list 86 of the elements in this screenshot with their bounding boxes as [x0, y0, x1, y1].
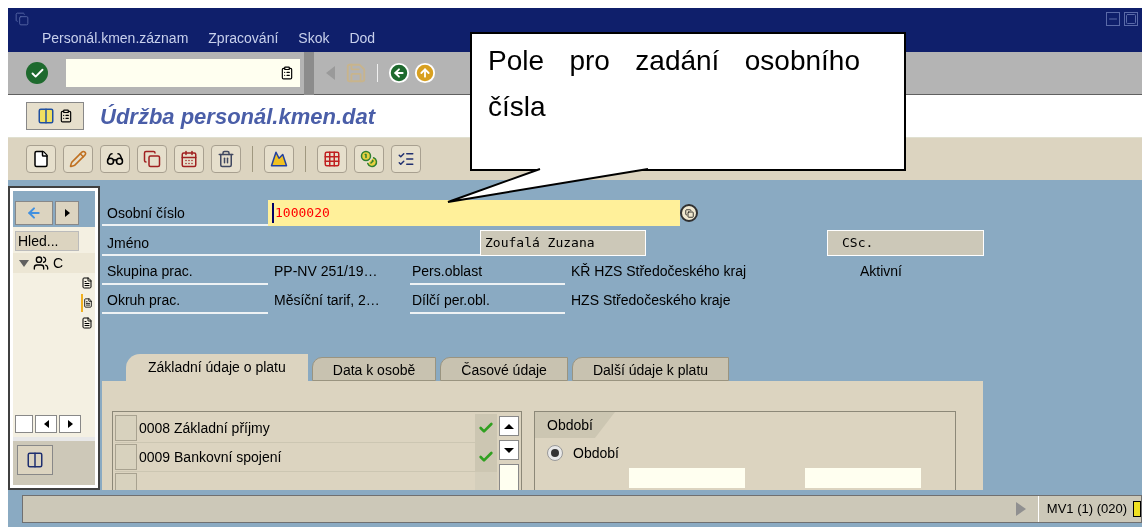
field-label: Skupina prac. — [102, 257, 268, 285]
scroll-left-button[interactable] — [35, 415, 57, 433]
tab[interactable]: Časové údaje — [440, 357, 568, 381]
expand-button[interactable] — [55, 201, 79, 225]
window-icon — [684, 208, 694, 218]
field-value: HZS Středočeského kraje — [570, 290, 732, 310]
pencil-icon — [69, 150, 87, 168]
document-icon[interactable] — [81, 314, 93, 332]
scroll-button[interactable] — [15, 415, 33, 433]
tree-item[interactable]: C — [53, 252, 64, 274]
check-icon — [478, 420, 494, 436]
scroll-right-button[interactable] — [59, 415, 81, 433]
name-field: Zoufalá Zuzana — [480, 230, 646, 256]
menu-item[interactable]: Zpracování — [208, 28, 279, 49]
calendar-icon — [180, 150, 198, 168]
image-button[interactable] — [264, 145, 294, 173]
overview-button[interactable] — [317, 145, 347, 173]
search-button[interactable]: Hled... — [15, 231, 79, 251]
scroll-up-button[interactable] — [499, 416, 519, 436]
coins-icon — [360, 150, 378, 168]
tab[interactable]: Základní údaje o platu — [126, 354, 308, 381]
value-help-button[interactable] — [680, 204, 698, 222]
menu-item[interactable]: Personál.kmen.záznam — [42, 28, 189, 49]
field-value: KŘ HZS Středočeského kraj — [570, 261, 748, 281]
document-icon[interactable] — [81, 274, 93, 292]
field-label: Jméno — [102, 230, 480, 256]
infotype-label[interactable]: 0008 Základní příjmy — [137, 417, 475, 439]
change-button[interactable] — [63, 145, 93, 173]
screen-icon — [37, 107, 55, 125]
columns-icon — [26, 451, 44, 469]
field-value: Měsíční tarif, 2… — [273, 290, 381, 310]
triangle-down-icon — [504, 447, 514, 453]
expander-icon[interactable] — [19, 259, 29, 267]
date-field[interactable] — [805, 468, 921, 488]
payment-button[interactable] — [354, 145, 384, 173]
flag-icon[interactable] — [1133, 500, 1141, 517]
dots-grid-icon — [323, 150, 341, 168]
tab[interactable]: Další údaje k platu — [571, 357, 730, 381]
triangle-right-icon — [67, 420, 73, 428]
list-button[interactable] — [391, 145, 421, 173]
menu-item[interactable]: Dod — [349, 28, 376, 49]
personnel-number-value: 1000020 — [272, 203, 330, 223]
menu-item[interactable]: Skok — [298, 28, 330, 49]
session-info: MV1 (1) (020) — [1045, 499, 1128, 518]
field-value: PP-NV 251/19… — [273, 261, 379, 281]
triangle-left-icon — [43, 420, 49, 428]
list-icon — [397, 150, 415, 168]
list-icon — [59, 109, 73, 123]
maximize-icon[interactable] — [1124, 12, 1138, 26]
trash-icon — [217, 150, 235, 168]
people-icon — [33, 255, 49, 271]
infotype-row[interactable]: 0008 Základní příjmy — [115, 414, 497, 443]
infotype-row[interactable]: 0009 Bankovní spojení — [115, 443, 497, 472]
field-label: Okruh prac. — [102, 286, 268, 314]
date-field[interactable] — [629, 468, 745, 488]
status-text: Aktivní — [860, 261, 902, 281]
group-title: Období — [535, 412, 615, 438]
menu-toggle-button[interactable] — [26, 102, 84, 130]
field-label: Dílčí per.obl. — [410, 286, 565, 314]
check-icon — [478, 449, 494, 465]
title-field: CSc. — [827, 230, 984, 256]
tab[interactable]: Data k osobě — [311, 357, 437, 381]
minimize-icon[interactable] — [1106, 12, 1120, 26]
document-icon[interactable] — [81, 294, 93, 312]
field-label: Pers.oblast — [410, 257, 565, 285]
back-icon[interactable] — [388, 62, 410, 84]
infotype-label[interactable]: 0009 Bankovní spojení — [137, 446, 475, 468]
copy-button[interactable] — [137, 145, 167, 173]
delete-button[interactable] — [211, 145, 241, 173]
dropdown-icon — [280, 66, 294, 80]
layout-button[interactable] — [17, 445, 53, 475]
display-button[interactable] — [100, 145, 130, 173]
scroll-down-button[interactable] — [499, 440, 519, 460]
glasses-icon — [106, 150, 124, 168]
screen-title: Údržba personál.kmen.dat — [100, 102, 376, 131]
radio-button[interactable] — [547, 445, 563, 461]
enter-button[interactable] — [26, 62, 48, 84]
copy-icon — [143, 150, 161, 168]
radio-label: Období — [573, 443, 619, 463]
delimit-button[interactable] — [174, 145, 204, 173]
document-icon — [32, 150, 50, 168]
triangle-right-icon — [64, 209, 70, 217]
triangle-up-icon — [504, 423, 514, 429]
command-field[interactable] — [66, 59, 300, 87]
mountain-icon — [270, 150, 288, 168]
create-button[interactable] — [26, 145, 56, 173]
